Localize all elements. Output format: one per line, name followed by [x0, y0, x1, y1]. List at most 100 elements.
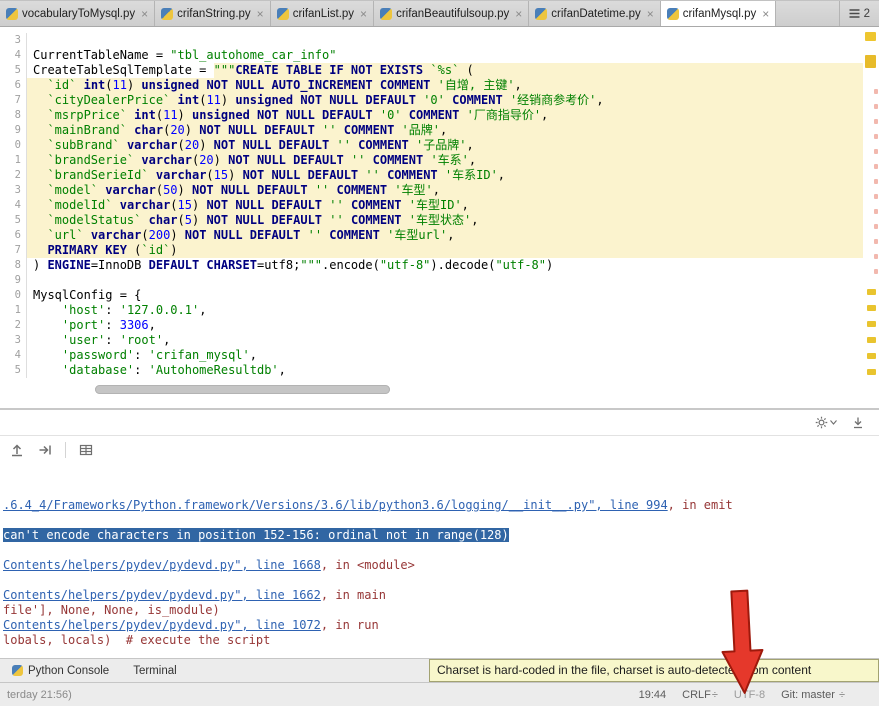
- close-tab-icon[interactable]: ×: [647, 8, 654, 20]
- close-tab-icon[interactable]: ×: [762, 8, 769, 20]
- stack-frame-link[interactable]: Contents/helpers/pydev/pydevd.py", line …: [3, 558, 321, 572]
- code-line[interactable]: 5 `modelStatus` char(5) NOT NULL DEFAULT…: [0, 213, 863, 228]
- line-number[interactable]: 8: [0, 108, 27, 123]
- line-number[interactable]: 2: [0, 318, 27, 333]
- code-line[interactable]: 5 CreateTableSqlTemplate = """CREATE TABL…: [0, 63, 863, 78]
- vcs-widget[interactable]: Git: master ÷: [781, 689, 845, 701]
- code-text: `brandSerie` varchar(20) NOT NULL DEFAUL…: [27, 153, 863, 168]
- show-variables-button[interactable]: [78, 442, 94, 458]
- code-line[interactable]: 4 `modelId` varchar(15) NOT NULL DEFAULT…: [0, 198, 863, 213]
- line-number[interactable]: 3: [0, 33, 27, 48]
- code-line[interactable]: 5 'database': 'AutohomeResultdb',: [0, 363, 863, 378]
- code-line[interactable]: 6 `url` varchar(200) NOT NULL DEFAULT ''…: [0, 228, 863, 243]
- hidden-tabs-button[interactable]: 2: [838, 1, 879, 26]
- terminal-label: Terminal: [133, 664, 177, 677]
- stderr-text: lobals, locals) # execute the script: [3, 633, 271, 647]
- code-line[interactable]: 2 `brandSerieId` varchar(15) NOT NULL DE…: [0, 168, 863, 183]
- code-line[interactable]: 7 `cityDealerPrice` int(11) unsigned NOT…: [0, 93, 863, 108]
- line-number[interactable]: 9: [0, 123, 27, 138]
- line-number[interactable]: 1: [0, 153, 27, 168]
- console-toolbar: [0, 436, 879, 464]
- stripe-mark: [874, 179, 878, 184]
- python-file-icon: [161, 7, 174, 20]
- tab-label: crifanString.py: [177, 7, 251, 20]
- horizontal-scrollbar[interactable]: [95, 385, 390, 394]
- pycharm-window: vocabularyToMysql.py × crifanString.py × cri…: [0, 0, 879, 706]
- code-line[interactable]: 8 `msrpPrice` int(11) unsigned NOT NULL …: [0, 108, 863, 123]
- code-text: `subBrand` varchar(20) NOT NULL DEFAULT …: [27, 138, 863, 153]
- code-line[interactable]: 3: [0, 33, 863, 48]
- code-text: 'host': '127.0.0.1',: [61, 303, 207, 317]
- error-stripe[interactable]: [863, 27, 879, 408]
- code-line[interactable]: 3 'user': 'root',: [0, 333, 863, 348]
- close-tab-icon[interactable]: ×: [515, 8, 522, 20]
- line-number[interactable]: 7: [0, 243, 27, 258]
- hidden-tabs-count: 2: [863, 7, 870, 20]
- code-text: CurrentTableName = "tbl_autohome_car_inf…: [33, 48, 337, 62]
- code-area[interactable]: 3 4 CurrentTableName = "tbl_autohome_car_i…: [0, 33, 863, 378]
- line-number[interactable]: 3: [0, 183, 27, 198]
- stripe-mark: [874, 89, 878, 94]
- stripe-mark: [874, 164, 878, 169]
- close-tab-icon[interactable]: ×: [257, 8, 264, 20]
- python-logo-icon: [12, 665, 23, 676]
- tab-crifanList.py[interactable]: crifanList.py ×: [271, 1, 375, 26]
- caret-position-widget[interactable]: 19:44: [639, 689, 667, 701]
- code-line[interactable]: 4 'password': 'crifan_mysql',: [0, 348, 863, 363]
- line-number[interactable]: 1: [0, 303, 27, 318]
- code-line[interactable]: 4 CurrentTableName = "tbl_autohome_car_in…: [0, 48, 863, 63]
- line-number[interactable]: 5: [0, 363, 27, 378]
- code-text: `modelStatus` char(5) NOT NULL DEFAULT '…: [27, 213, 863, 228]
- tab-crifanString.py[interactable]: crifanString.py ×: [155, 1, 271, 26]
- tab-crifanBeautifulsoup.py[interactable]: crifanBeautifulsoup.py ×: [374, 1, 530, 26]
- expander-icon: ÷: [838, 688, 845, 701]
- line-number[interactable]: 0: [0, 288, 27, 303]
- stripe-mark: [867, 369, 876, 375]
- line-number[interactable]: 7: [0, 93, 27, 108]
- line-number[interactable]: 9: [0, 273, 27, 288]
- tab-vocabularyToMysql.py[interactable]: vocabularyToMysql.py ×: [0, 1, 156, 26]
- line-number[interactable]: 3: [0, 333, 27, 348]
- close-tab-icon[interactable]: ×: [141, 8, 148, 20]
- execute-selection-button[interactable]: [37, 442, 53, 458]
- tab-crifanMysql.py[interactable]: crifanMysql.py ×: [660, 1, 777, 26]
- line-number[interactable]: 6: [0, 228, 27, 243]
- line-number[interactable]: 4: [0, 198, 27, 213]
- console-row: .6.4_4/Frameworks/Python.framework/Versi…: [3, 498, 879, 513]
- code-line[interactable]: 7 PRIMARY KEY (`id`): [0, 243, 863, 258]
- tab-crifanDatetime.py[interactable]: crifanDatetime.py ×: [529, 1, 661, 26]
- stack-frame-link[interactable]: Contents/helpers/pydev/pydevd.py", line …: [3, 588, 321, 602]
- code-line[interactable]: 1 `brandSerie` varchar(20) NOT NULL DEFA…: [0, 153, 863, 168]
- python-console-tab[interactable]: Python Console: [0, 659, 121, 682]
- annotation-arrow: [721, 589, 764, 694]
- line-number[interactable]: 8: [0, 258, 27, 273]
- line-number[interactable]: 4: [0, 348, 27, 363]
- line-number[interactable]: 6: [0, 78, 27, 93]
- code-line[interactable]: 0 MysqlConfig = {: [0, 288, 863, 303]
- code-line[interactable]: 9: [0, 273, 863, 288]
- code-line[interactable]: 1 'host': '127.0.0.1',: [0, 303, 863, 318]
- line-number[interactable]: 4: [0, 48, 27, 63]
- line-number[interactable]: 5: [0, 63, 27, 78]
- console-settings-button[interactable]: [815, 416, 837, 429]
- code-line[interactable]: 0 `subBrand` varchar(20) NOT NULL DEFAUL…: [0, 138, 863, 153]
- execute-statement-button[interactable]: [9, 442, 25, 458]
- line-number[interactable]: 0: [0, 138, 27, 153]
- code-line[interactable]: 3 `model` varchar(50) NOT NULL DEFAULT '…: [0, 183, 863, 198]
- code-editor[interactable]: 3 4 CurrentTableName = "tbl_autohome_car_i…: [0, 27, 879, 408]
- close-tab-icon[interactable]: ×: [360, 8, 367, 20]
- stack-frame-link[interactable]: Contents/helpers/pydev/pydevd.py", line …: [3, 618, 321, 632]
- line-number[interactable]: 2: [0, 168, 27, 183]
- stack-frame-link[interactable]: .6.4_4/Frameworks/Python.framework/Versi…: [3, 498, 668, 512]
- terminal-tab[interactable]: Terminal: [121, 659, 188, 682]
- code-text: `msrpPrice` int(11) unsigned NOT NULL DE…: [27, 108, 863, 123]
- code-line[interactable]: 2 'port': 3306,: [0, 318, 863, 333]
- line-number[interactable]: 5: [0, 213, 27, 228]
- tab-list-icon: [849, 9, 860, 18]
- code-line[interactable]: 6 `id` int(11) unsigned NOT NULL AUTO_IN…: [0, 78, 863, 93]
- stack-frame-suffix: , in run: [320, 618, 379, 632]
- tab-label: crifanDatetime.py: [551, 7, 641, 20]
- scroll-to-end-button[interactable]: [851, 416, 865, 430]
- code-line[interactable]: 8) ENGINE =InnoDB DEFAULT CHARSET =utf8; ""…: [0, 258, 863, 273]
- code-line[interactable]: 9 `mainBrand` char(20) NOT NULL DEFAULT …: [0, 123, 863, 138]
